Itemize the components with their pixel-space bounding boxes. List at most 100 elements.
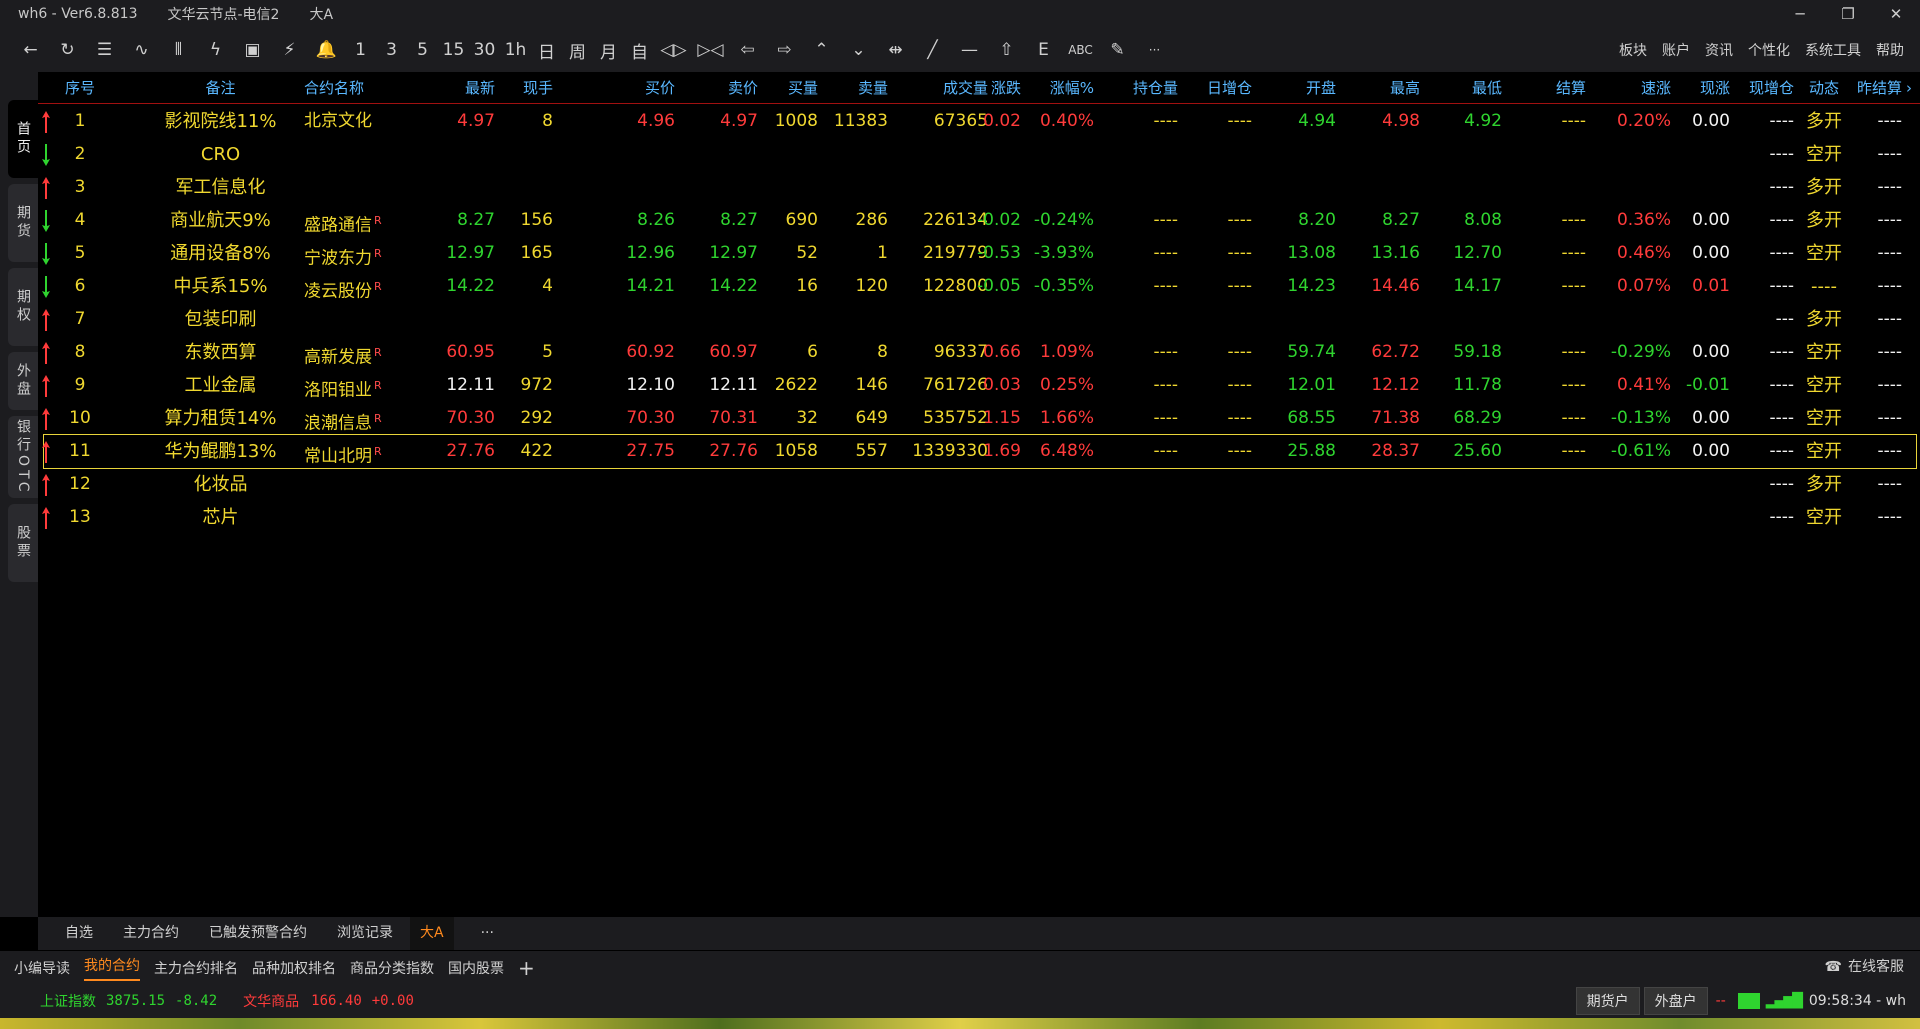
table-row[interactable]: 1 影视院线11% 北京文化 4.97 8 4.96 4.97 1008 11383 67365 0… [38,105,1920,138]
menu-item-1[interactable]: 账户 [1662,40,1690,60]
period-button-1[interactable]: 3 [376,35,407,65]
columns-more-icon[interactable]: › [1906,72,1918,104]
sheet-tab-3[interactable]: 浏览记录 [334,917,396,950]
left-tab-2[interactable]: 期权 [8,268,38,346]
column-header-bid_vol[interactable]: 买量 [738,72,818,104]
table-row[interactable]: 10 算力租赁14% 浪潮信息 R 70.30 292 70.30 70.31 32 649 535… [38,402,1920,435]
more-icon[interactable]: ··· [1136,35,1173,65]
column-header-note[interactable]: 备注 [118,72,323,104]
bottom-tab-1[interactable]: 我的合约 [84,955,140,981]
contract-name[interactable]: 凌云股份 [304,282,372,302]
crosshair-icon[interactable]: ⇹ [877,35,914,65]
table-row[interactable]: 2 CRO ---- 空开 ---- [38,138,1920,171]
table-row[interactable]: 8 东数西算 高新发展 R 60.95 5 60.92 60.97 6 8 96337 0.66 1.0… [38,336,1920,369]
menu-item-0[interactable]: 板块 [1619,40,1647,60]
column-header-open[interactable]: 开盘 [1258,72,1336,104]
column-header-speed[interactable]: 速涨 [1593,72,1671,104]
period-button-5[interactable]: 1h [500,35,531,65]
sheet-tab-1[interactable]: 主力合约 [120,917,182,950]
minimize-icon[interactable]: ─ [1776,0,1824,28]
double-down-icon[interactable]: ⌄ [840,35,877,65]
column-header-high[interactable]: 最高 [1338,72,1420,104]
restore-icon[interactable]: ❐ [1824,0,1872,28]
period-button-3[interactable]: 15 [438,35,469,65]
period-button-0[interactable]: 1 [345,35,376,65]
column-header-oi[interactable]: 持仓量 [1098,72,1178,104]
menu-item-3[interactable]: 个性化 [1748,40,1790,60]
cell-name[interactable]: 浪潮信息 R [304,402,424,435]
sheet-tab-0[interactable]: 自选 [62,917,96,950]
double-up-icon[interactable]: ⌃ [803,35,840,65]
server-node[interactable]: 文华云节点-电信2 [167,4,279,24]
left-tab-1[interactable]: 期货 [8,184,38,262]
cell-name[interactable]: 凌云股份 R [304,270,424,303]
table-row[interactable]: 13 芯片 ---- 空开 ---- [38,501,1920,534]
candlestick-icon[interactable]: ⫴ [160,35,197,65]
table-row[interactable]: 5 通用设备8% 宁波东力 R 12.97 165 12.96 12.97 52 1 219779-… [38,237,1920,270]
column-header-oi_day[interactable]: 日增仓 [1178,72,1252,104]
contract-name[interactable]: 北京文化 [304,111,372,131]
cell-name[interactable]: 常山北明 R [304,435,424,468]
period-button-8[interactable]: 月 [593,35,624,65]
menu-item-5[interactable]: 帮助 [1876,40,1904,60]
arrow-right-icon[interactable]: ⇨ [766,35,803,65]
table-row[interactable]: 12 化妆品 ---- 多开 ---- [38,468,1920,501]
column-header-ask_vol[interactable]: 卖量 [808,72,888,104]
f10-icon[interactable]: ▣ [234,35,271,65]
contract-name[interactable]: 高新发展 [304,348,372,368]
sheet-tab-2[interactable]: 已触发预警合约 [206,917,310,950]
period-button-2[interactable]: 5 [407,35,438,65]
left-tab-4[interactable]: 银行OTC [8,416,38,498]
contract-name[interactable]: 洛阳钼业 [304,381,372,401]
online-support-link[interactable]: 在线客服 [1825,951,1904,984]
table-row[interactable]: 9 工业金属 洛阳钼业 R 12.11 972 12.10 12.11 2622 146 76172… [38,369,1920,402]
index1-name[interactable]: 上证指数 [40,991,96,1011]
zoom-in-icon[interactable]: ◁▷ [655,35,692,65]
text-e-icon[interactable]: Ε [1025,35,1062,65]
index2-name[interactable]: 文华商品 [243,991,299,1011]
table-row[interactable]: 11 华为鲲鹏13% 常山北明 R 27.76 422 27.75 27.76 1058 557 1… [42,434,1917,469]
period-button-9[interactable]: 自 [624,35,655,65]
contract-name[interactable]: 盛路通信 [304,216,372,236]
column-header-low[interactable]: 最低 [1418,72,1502,104]
menu-item-4[interactable]: 系统工具 [1805,40,1861,60]
cell-name[interactable] [304,468,424,501]
column-header-prev_settle[interactable]: 昨结算 [1838,72,1902,104]
period-button-7[interactable]: 周 [562,35,593,65]
bottom-tab-0[interactable]: 小编导读 [14,958,70,978]
up-arrow-icon[interactable]: ⇧ [988,35,1025,65]
line-chart-icon[interactable]: ∿ [123,35,160,65]
cell-name[interactable] [304,138,424,171]
cell-name[interactable]: 宁波东力 R [304,237,424,270]
period-button-4[interactable]: 30 [469,35,500,65]
arrow-left-icon[interactable]: ⇦ [729,35,766,65]
cell-name[interactable] [304,501,424,534]
column-header-name[interactable]: 合约名称 [304,72,424,104]
column-header-vol_now[interactable]: 现手 [493,72,553,104]
cell-name[interactable]: 北京文化 [304,105,424,138]
sheet-tab-5[interactable]: ··· [478,917,497,950]
back-icon[interactable]: ← [12,35,49,65]
column-header-cur_chg[interactable]: 现涨 [1678,72,1730,104]
table-row[interactable]: 3 军工信息化 ---- 多开 ---- [38,171,1920,204]
abc-icon[interactable]: ABC [1062,35,1099,65]
zoom-out-icon[interactable]: ▷◁ [692,35,729,65]
contract-name[interactable]: 常山北明 [304,447,372,467]
bottom-tab-4[interactable]: 商品分类指数 [350,958,434,978]
lightning-icon[interactable]: ⚡ [271,35,308,65]
left-tab-5[interactable]: 股票 [8,504,38,582]
column-header-no[interactable]: 序号 [60,72,100,104]
column-header-settle[interactable]: 结算 [1518,72,1586,104]
period-button-6[interactable]: 日 [531,35,562,65]
cell-name[interactable]: 高新发展 R [304,336,424,369]
cell-name[interactable] [304,171,424,204]
flash-chart-icon[interactable]: ϟ [197,35,234,65]
table-row[interactable]: 7 包装印刷 --- 多开 ---- [38,303,1920,336]
futures-account-button[interactable]: 期货户 [1575,987,1640,1015]
table-row[interactable]: 4 商业航天9% 盛路通信 R 8.27 156 8.26 8.27 690 286 226134-… [38,204,1920,237]
bell-icon[interactable]: 🔔 [308,35,345,65]
cell-name[interactable]: 盛路通信 R [304,204,424,237]
sheet-tab-4[interactable]: 大A [410,917,454,950]
bottom-tab-2[interactable]: 主力合约排名 [154,958,238,978]
left-tab-3[interactable]: 外盘 [8,352,38,410]
